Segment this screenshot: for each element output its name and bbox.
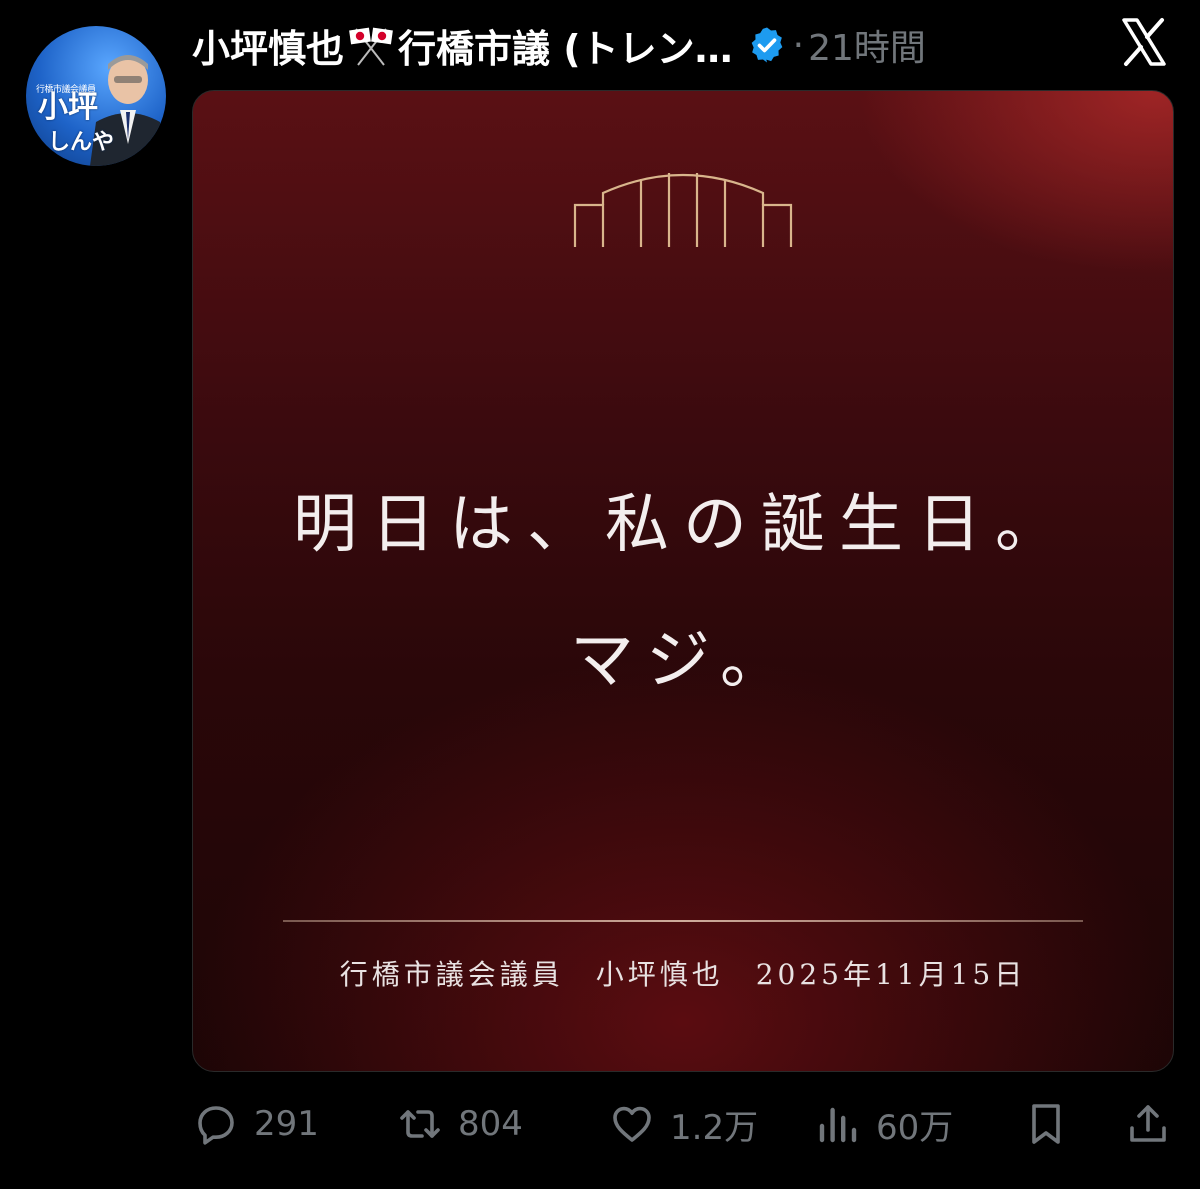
share-icon	[1130, 1105, 1166, 1142]
media-divider	[283, 920, 1083, 922]
post-header: 小坪慎也 行橋市議 (トレン… · 21時間	[192, 16, 1132, 74]
bookmark-button[interactable]	[1022, 1096, 1070, 1152]
display-name-part1[interactable]: 小坪慎也	[192, 18, 344, 73]
repost-button[interactable]: 804	[396, 1096, 523, 1152]
like-button[interactable]: 1.2万	[608, 1096, 758, 1152]
heart-icon	[613, 1106, 651, 1142]
reply-icon	[198, 1106, 234, 1145]
display-name-part2[interactable]: 行橋市議 (トレン…	[398, 18, 733, 73]
share-button[interactable]	[1124, 1096, 1172, 1152]
header-separator: ·	[792, 24, 805, 66]
reply-count: 291	[254, 1104, 319, 1144]
repost-count: 804	[458, 1104, 523, 1144]
avatar-name-text: 小坪	[38, 90, 98, 125]
japan-flags-icon	[349, 27, 393, 66]
views-chart-icon	[819, 1107, 857, 1143]
views-count: 60万	[876, 1107, 954, 1148]
avatar-sub-text: しんや	[48, 130, 115, 155]
post-timestamp[interactable]: 21時間	[808, 19, 926, 71]
post-actions-bar: 291 804 1.2万 60万	[192, 1096, 1172, 1152]
views-button[interactable]: 60万	[814, 1096, 953, 1152]
reply-button[interactable]: 291	[192, 1096, 319, 1152]
bookmark-icon	[1032, 1104, 1060, 1144]
profile-avatar[interactable]: 行橋市議会議員 小坪 しんや	[26, 26, 166, 166]
x-logo-icon[interactable]	[1120, 16, 1168, 68]
like-count: 1.2万	[670, 1107, 759, 1148]
media-signature: 行橋市議会議員 小坪慎也 2025年11月15日	[339, 958, 1027, 991]
building-emblem-icon	[573, 173, 793, 247]
repost-icon	[400, 1110, 440, 1138]
post-media-image[interactable]: 明日は、私の誕生日。 マジ。 行橋市議会議員 小坪慎也 2025年11月15日	[192, 90, 1174, 1072]
verified-badge-icon	[751, 27, 782, 63]
media-subline: マジ。	[569, 624, 797, 698]
media-headline: 明日は、私の誕生日。	[293, 488, 1073, 562]
